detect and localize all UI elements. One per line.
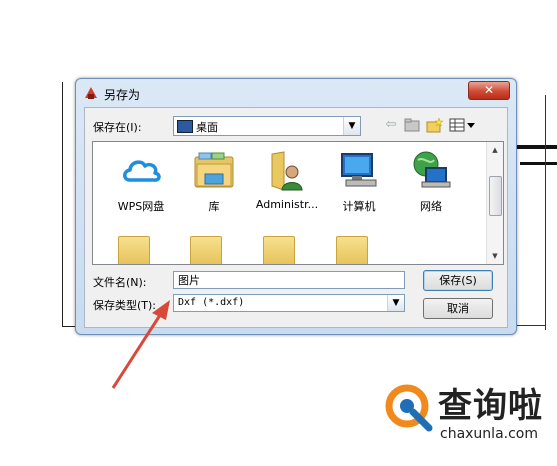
watermark-text: 查询啦 (438, 386, 543, 426)
watermark: 查询啦 chaxunla.com (383, 378, 553, 446)
watermark-url: chaxunla.com (440, 426, 538, 442)
watermark-logo (385, 384, 433, 432)
